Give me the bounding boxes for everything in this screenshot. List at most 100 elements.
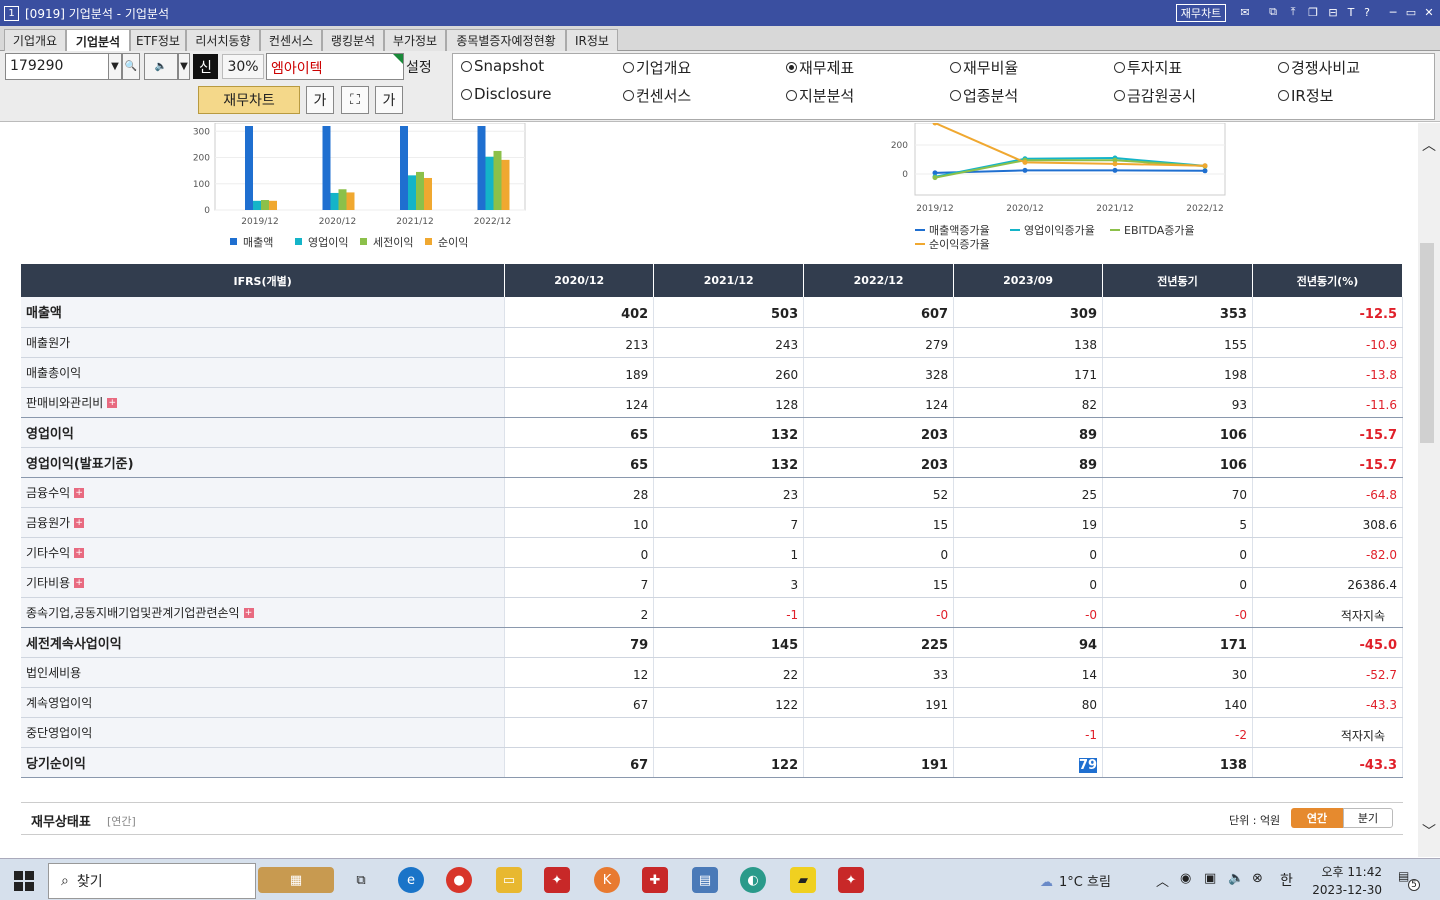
file-explorer-icon[interactable]: ▭ (496, 867, 522, 893)
mail-icon[interactable]: ✉ (1238, 5, 1252, 19)
search-icon[interactable]: 🔍 (122, 53, 140, 80)
maximize-icon[interactable]: ▭ (1404, 5, 1418, 19)
radio-dot-icon[interactable] (950, 62, 961, 73)
tab-research[interactable]: 리서치동향 (186, 29, 260, 51)
radio-dot-icon[interactable] (623, 62, 634, 73)
weather-widget[interactable]: ☁ 1°C 흐림 (1040, 871, 1111, 890)
expand-plus-icon[interactable]: + (243, 608, 254, 618)
row-label-cell[interactable]: 종속기업,공동지배기업및관계기업관련손익 + (21, 597, 506, 628)
radio-dot-icon[interactable] (1278, 90, 1289, 101)
radio-5[interactable]: 경쟁사비교 (1278, 57, 1360, 78)
scroll-thumb[interactable] (1420, 243, 1434, 443)
tab-capital-increase[interactable]: 종목별증자예정현황 (446, 29, 566, 51)
notification-icon[interactable]: ▤ 5 (1398, 869, 1422, 891)
company-name-field[interactable]: 엠아이텍 (266, 53, 404, 80)
chrome-icon[interactable]: ● (446, 867, 472, 893)
row-label-cell[interactable]: 판매비와관리비 + (21, 387, 506, 418)
trading-app-icon[interactable]: ✚ (642, 867, 668, 893)
radio-dot-icon[interactable] (1114, 90, 1125, 101)
minimize-icon[interactable]: ─ (1386, 5, 1400, 19)
radio-dot-icon[interactable] (461, 88, 472, 100)
font-size-up-button[interactable]: 가 (375, 86, 403, 114)
window-link-icon[interactable]: ⧉ (1266, 5, 1280, 19)
radio-dot-icon[interactable] (461, 60, 472, 72)
tab-ranking[interactable]: 랭킹분석 (322, 29, 384, 51)
radio-dot-icon[interactable] (786, 90, 797, 101)
row-label-cell[interactable]: 금융원가 + (21, 507, 506, 538)
radio-10[interactable]: 금감원공시 (1114, 85, 1196, 106)
font-icon[interactable]: T (1344, 5, 1358, 19)
radio-9[interactable]: 업종분석 (950, 85, 1018, 106)
scroll-up-icon[interactable]: ︿ (1422, 135, 1436, 155)
tab-extra-info[interactable]: 부가정보 (384, 29, 446, 51)
restore-icon[interactable]: ❐ (1306, 5, 1320, 19)
radio-4[interactable]: 투자지표 (1114, 57, 1182, 78)
tab-ir-info[interactable]: IR정보 (566, 29, 618, 51)
fit-screen-icon[interactable]: ⛶ (341, 86, 369, 114)
help-icon[interactable]: ? (1360, 5, 1374, 19)
column-header[interactable]: 전년동기 (1102, 264, 1253, 297)
column-header[interactable]: 2023/09 (953, 264, 1104, 297)
fin-chart-button[interactable]: 재무차트 (198, 86, 300, 114)
expand-plus-icon[interactable]: + (74, 578, 85, 588)
row-label-cell[interactable]: 기타수익 + (21, 537, 506, 568)
radio-1[interactable]: 기업개요 (623, 57, 691, 78)
vertical-scrollbar[interactable]: ︿ ﹀ (1418, 123, 1440, 857)
column-header[interactable]: 전년동기(%) (1252, 264, 1404, 297)
speaker-icon[interactable]: 🔈 (144, 53, 178, 80)
stock-code-input[interactable]: 179290 (5, 53, 109, 80)
speaker-dropdown-icon[interactable]: ▼ (178, 53, 190, 80)
expand-plus-icon[interactable]: + (107, 398, 118, 408)
kakao-icon[interactable]: K (594, 867, 620, 893)
column-header[interactable]: 2021/12 (653, 264, 805, 297)
column-header[interactable]: 2020/12 (504, 264, 655, 297)
settings-button[interactable]: 설정 (406, 57, 432, 77)
close-icon[interactable]: ✕ (1422, 5, 1436, 19)
radio-7[interactable]: 컨센서스 (623, 85, 691, 106)
tab-consensus[interactable]: 컨센서스 (260, 29, 322, 51)
calculator-icon[interactable]: ▤ (692, 867, 718, 893)
camera-icon[interactable]: ◉ (1180, 871, 1191, 886)
hts-active-icon[interactable]: ✦ (838, 867, 864, 893)
radio-dot-icon[interactable] (950, 90, 961, 101)
taskbar-search[interactable]: ⌕ 찾기 (48, 863, 256, 899)
edge-icon[interactable]: e (398, 867, 424, 893)
ime-indicator[interactable]: 한 (1280, 870, 1293, 890)
row-label-cell[interactable]: 금융수익 + (21, 477, 506, 508)
hts-app-icon[interactable]: ✦ (544, 867, 570, 893)
expand-plus-icon[interactable]: + (74, 518, 85, 528)
font-size-button[interactable]: 가 (306, 86, 334, 114)
column-header[interactable]: 2022/12 (803, 264, 955, 297)
network-icon[interactable]: ▣ (1204, 871, 1216, 886)
task-view-icon[interactable]: ⧉ (348, 867, 374, 893)
clock[interactable]: 오후 11:42 2023-12-30 (1306, 863, 1382, 899)
tab-company-analysis[interactable]: 기업분석 (66, 29, 130, 52)
quarter-toggle[interactable]: 분기 (1343, 808, 1393, 828)
radio-3[interactable]: 재무비율 (950, 57, 1018, 78)
status-icon[interactable]: ⊗ (1252, 871, 1263, 886)
radio-0[interactable]: Snapshot (461, 57, 544, 75)
fin-chart-title-button[interactable]: 재무차트 (1176, 4, 1226, 22)
scroll-down-icon[interactable]: ﹀ (1422, 821, 1436, 841)
radio-dot-icon[interactable] (1114, 62, 1125, 73)
row-label-cell[interactable]: 기타비용 + (21, 567, 506, 598)
windows-start-icon[interactable] (14, 871, 34, 891)
radio-8[interactable]: 지분분석 (786, 85, 854, 106)
radio-dot-icon[interactable] (786, 62, 797, 73)
annual-toggle[interactable]: 연간 (1291, 808, 1343, 828)
radio-2[interactable]: 재무제표 (786, 57, 854, 78)
teal-app-icon[interactable]: ◐ (740, 867, 766, 893)
tab-etf-info[interactable]: ETF정보 (130, 29, 186, 51)
radio-dot-icon[interactable] (623, 90, 634, 101)
radio-11[interactable]: IR정보 (1278, 85, 1333, 106)
expand-plus-icon[interactable]: + (74, 548, 85, 558)
tray-chevron-icon[interactable]: ︿ (1156, 871, 1169, 890)
tab-company-overview[interactable]: 기업개요 (4, 29, 66, 51)
volume-icon[interactable]: 🔈 (1228, 871, 1244, 886)
dock-icon[interactable]: ⊟ (1326, 5, 1340, 19)
code-dropdown-icon[interactable]: ▼ (108, 53, 122, 80)
expand-plus-icon[interactable]: + (74, 488, 85, 498)
radio-dot-icon[interactable] (1278, 62, 1289, 73)
sticky-notes-icon[interactable]: ▰ (790, 867, 816, 893)
pin-top-icon[interactable]: ⤒ (1286, 5, 1300, 19)
